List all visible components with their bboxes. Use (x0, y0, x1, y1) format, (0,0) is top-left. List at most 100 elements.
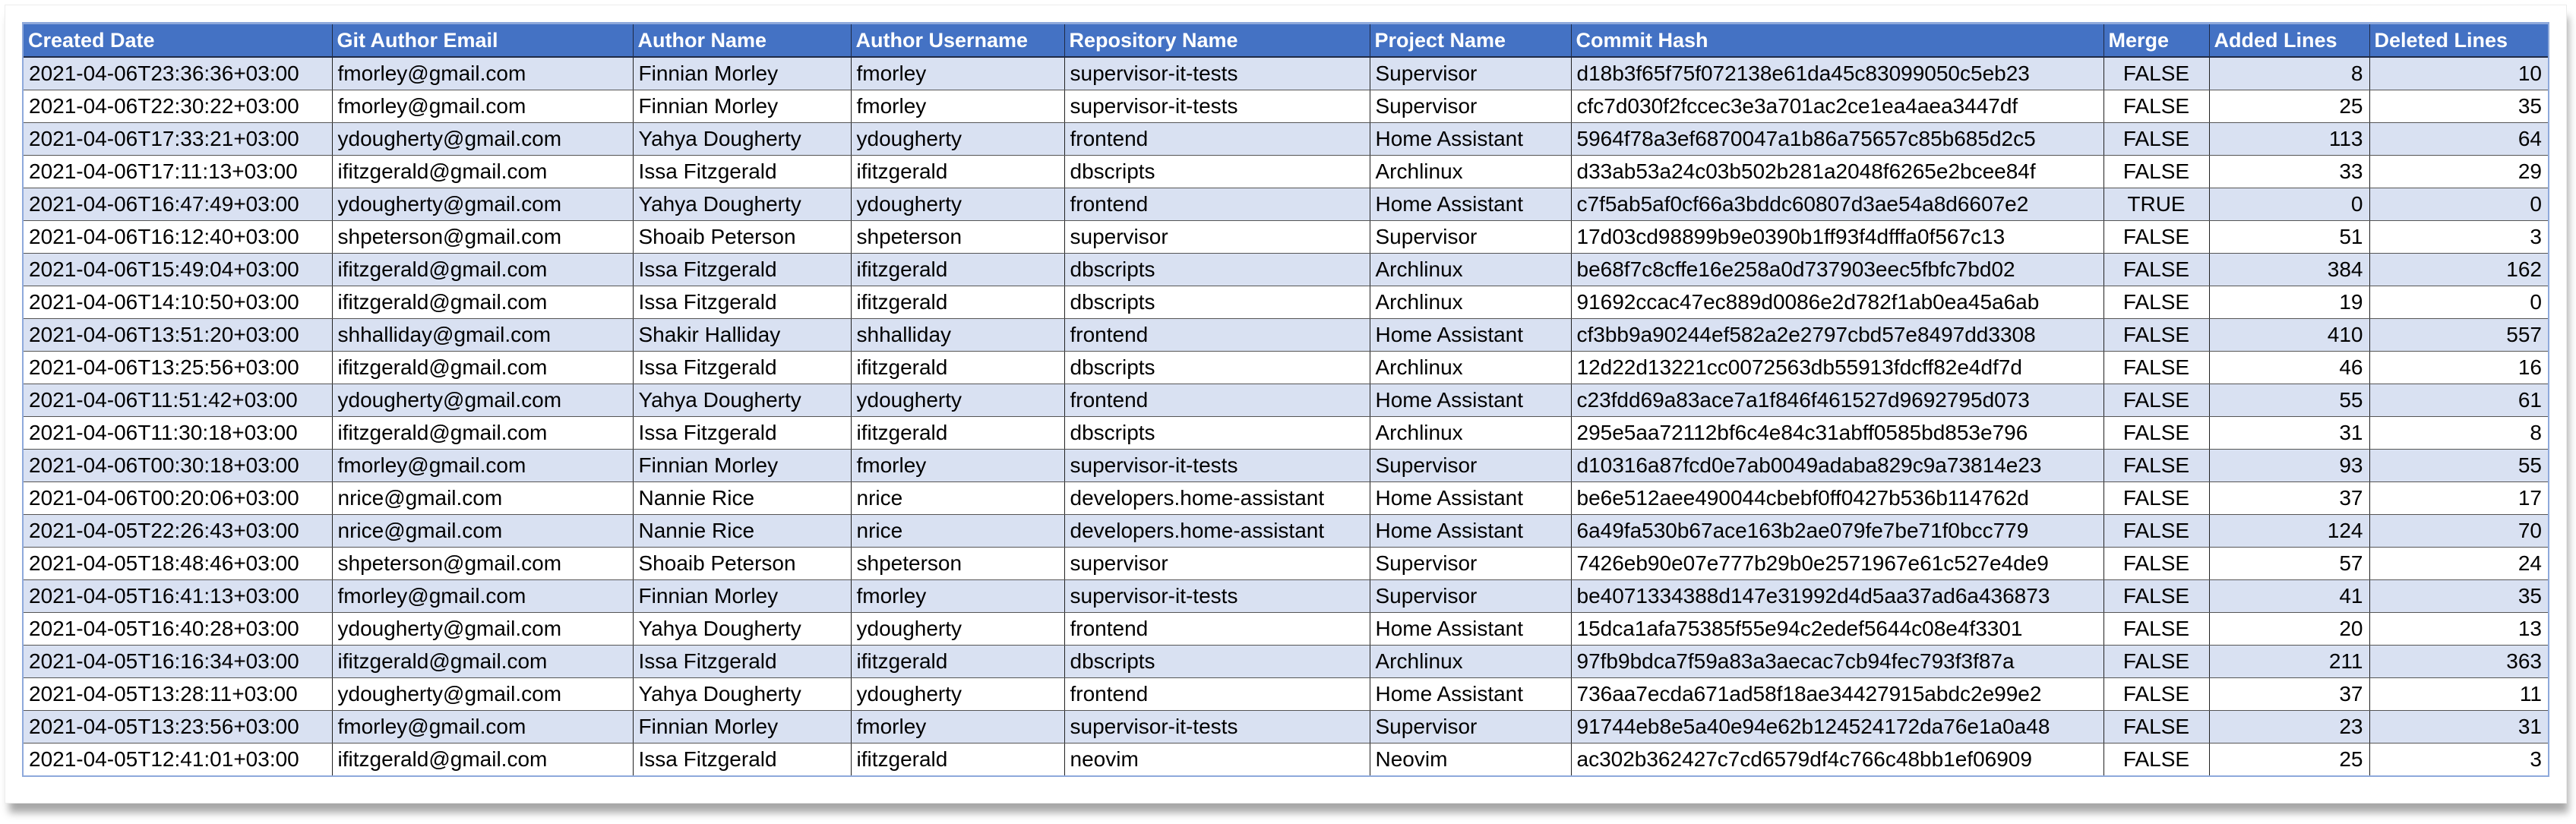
author-name-cell[interactable]: Issa Fitzgerald (632, 286, 851, 319)
commit-hash-cell[interactable]: 97fb9bdca7f59a83a3aecac7cb94fec793f3f87a (1570, 645, 2103, 678)
commit-hash-cell[interactable]: d10316a87fcd0e7ab0049adaba829c9a73814e23 (1570, 449, 2103, 482)
merge-cell[interactable]: FALSE (2103, 449, 2209, 482)
commit-hash-cell[interactable]: ac302b362427c7cd6579df4c766c48bb1ef06909 (1570, 743, 2103, 775)
author-email-cell[interactable]: ifitzgerald@gmail.com (331, 155, 633, 188)
author-username-cell[interactable]: ifitzgerald (850, 286, 1064, 319)
added-lines-cell[interactable]: 37 (2208, 481, 2369, 515)
author-name-cell[interactable]: Issa Fitzgerald (632, 645, 851, 678)
repository-name-cell[interactable]: supervisor (1064, 220, 1370, 254)
created-date-cell[interactable]: 2021-04-05T16:16:34+03:00 (24, 645, 332, 678)
created-date-cell[interactable]: 2021-04-05T22:26:43+03:00 (24, 514, 332, 548)
project-name-cell[interactable]: Home Assistant (1369, 481, 1571, 515)
table-row[interactable]: 2021-04-06T14:10:50+03:00 ifitzgerald@gma… (24, 286, 2548, 319)
table-row[interactable]: 2021-04-06T00:30:18+03:00 fmorley@gmail.c… (24, 449, 2548, 482)
project-name-cell[interactable]: Home Assistant (1369, 384, 1571, 417)
repository-name-cell[interactable]: frontend (1064, 188, 1370, 221)
author-name-cell[interactable]: Issa Fitzgerald (632, 351, 851, 384)
author-username-cell[interactable]: ifitzgerald (850, 645, 1064, 678)
merge-cell[interactable]: FALSE (2103, 286, 2209, 319)
author-email-cell[interactable]: fmorley@gmail.com (331, 579, 633, 613)
author-email-cell[interactable]: fmorley@gmail.com (331, 90, 633, 123)
author-email-cell[interactable]: ifitzgerald@gmail.com (331, 286, 633, 319)
table-row[interactable]: 2021-04-06T11:30:18+03:00 ifitzgerald@gma… (24, 416, 2548, 450)
table-row[interactable]: 2021-04-06T11:51:42+03:00 ydougherty@gmai… (24, 384, 2548, 417)
merge-cell[interactable]: FALSE (2103, 416, 2209, 450)
author-name-cell[interactable]: Yahya Dougherty (632, 384, 851, 417)
author-email-cell[interactable]: ydougherty@gmail.com (331, 612, 633, 646)
deleted-lines-cell[interactable]: 64 (2369, 122, 2548, 156)
author-username-cell[interactable]: fmorley (850, 579, 1064, 613)
repository-name-cell[interactable]: dbscripts (1064, 416, 1370, 450)
author-username-cell[interactable]: ydougherty (850, 677, 1064, 711)
commit-hash-cell[interactable]: 295e5aa72112bf6c4e84c31abff0585bd853e796 (1570, 416, 2103, 450)
author-email-cell[interactable]: shhalliday@gmail.com (331, 318, 633, 352)
author-email-cell[interactable]: fmorley@gmail.com (331, 57, 633, 90)
added-lines-cell[interactable]: 93 (2208, 449, 2369, 482)
deleted-lines-cell[interactable]: 35 (2369, 579, 2548, 613)
project-name-cell[interactable]: Supervisor (1369, 710, 1571, 743)
merge-cell[interactable]: FALSE (2103, 351, 2209, 384)
repository-name-cell[interactable]: dbscripts (1064, 253, 1370, 286)
repository-name-cell[interactable]: frontend (1064, 612, 1370, 646)
repository-name-cell[interactable]: frontend (1064, 318, 1370, 352)
author-email-cell[interactable]: ydougherty@gmail.com (331, 384, 633, 417)
merge-cell[interactable]: FALSE (2103, 384, 2209, 417)
created-date-cell[interactable]: 2021-04-05T18:48:46+03:00 (24, 547, 332, 580)
repository-name-cell[interactable]: supervisor-it-tests (1064, 710, 1370, 743)
project-name-cell[interactable]: Neovim (1369, 743, 1571, 775)
header-added-lines[interactable]: Added Lines (2208, 24, 2369, 58)
author-username-cell[interactable]: ydougherty (850, 122, 1064, 156)
author-name-cell[interactable]: Finnian Morley (632, 449, 851, 482)
table-row[interactable]: 2021-04-05T16:41:13+03:00 fmorley@gmail.c… (24, 579, 2548, 613)
merge-cell[interactable]: FALSE (2103, 547, 2209, 580)
repository-name-cell[interactable]: supervisor-it-tests (1064, 579, 1370, 613)
author-username-cell[interactable]: nrice (850, 514, 1064, 548)
header-author-name[interactable]: Author Name (632, 24, 851, 58)
deleted-lines-cell[interactable]: 16 (2369, 351, 2548, 384)
deleted-lines-cell[interactable]: 363 (2369, 645, 2548, 678)
merge-cell[interactable]: FALSE (2103, 612, 2209, 646)
repository-name-cell[interactable]: frontend (1064, 677, 1370, 711)
added-lines-cell[interactable]: 23 (2208, 710, 2369, 743)
commit-hash-cell[interactable]: 5964f78a3ef6870047a1b86a75657c85b685d2c5 (1570, 122, 2103, 156)
author-username-cell[interactable]: ifitzgerald (850, 351, 1064, 384)
table-row[interactable]: 2021-04-06T16:47:49+03:00 ydougherty@gmai… (24, 188, 2548, 221)
author-name-cell[interactable]: Shakir Halliday (632, 318, 851, 352)
deleted-lines-cell[interactable]: 17 (2369, 481, 2548, 515)
deleted-lines-cell[interactable]: 8 (2369, 416, 2548, 450)
deleted-lines-cell[interactable]: 3 (2369, 220, 2548, 254)
project-name-cell[interactable]: Supervisor (1369, 579, 1571, 613)
merge-cell[interactable]: FALSE (2103, 57, 2209, 90)
added-lines-cell[interactable]: 41 (2208, 579, 2369, 613)
author-name-cell[interactable]: Issa Fitzgerald (632, 253, 851, 286)
merge-cell[interactable]: FALSE (2103, 90, 2209, 123)
commit-hash-cell[interactable]: d33ab53a24c03b502b281a2048f6265e2bcee84f (1570, 155, 2103, 188)
author-username-cell[interactable]: fmorley (850, 710, 1064, 743)
author-name-cell[interactable]: Yahya Dougherty (632, 188, 851, 221)
repository-name-cell[interactable]: developers.home-assistant (1064, 514, 1370, 548)
header-repository-name[interactable]: Repository Name (1064, 24, 1370, 58)
author-email-cell[interactable]: ydougherty@gmail.com (331, 677, 633, 711)
commit-hash-cell[interactable]: 736aa7ecda671ad58f18ae34427915abdc2e99e2 (1570, 677, 2103, 711)
created-date-cell[interactable]: 2021-04-05T16:40:28+03:00 (24, 612, 332, 646)
added-lines-cell[interactable]: 57 (2208, 547, 2369, 580)
deleted-lines-cell[interactable]: 61 (2369, 384, 2548, 417)
added-lines-cell[interactable]: 25 (2208, 743, 2369, 775)
author-email-cell[interactable]: ifitzgerald@gmail.com (331, 743, 633, 775)
repository-name-cell[interactable]: dbscripts (1064, 286, 1370, 319)
created-date-cell[interactable]: 2021-04-06T00:20:06+03:00 (24, 481, 332, 515)
author-username-cell[interactable]: ydougherty (850, 384, 1064, 417)
table-row[interactable]: 2021-04-06T17:11:13+03:00 ifitzgerald@gma… (24, 155, 2548, 188)
added-lines-cell[interactable]: 25 (2208, 90, 2369, 123)
merge-cell[interactable]: FALSE (2103, 155, 2209, 188)
project-name-cell[interactable]: Supervisor (1369, 449, 1571, 482)
repository-name-cell[interactable]: neovim (1064, 743, 1370, 775)
commit-hash-cell[interactable]: 91744eb8e5a40e94e62b124524172da76e1a0a48 (1570, 710, 2103, 743)
author-email-cell[interactable]: ifitzgerald@gmail.com (331, 351, 633, 384)
author-email-cell[interactable]: ydougherty@gmail.com (331, 188, 633, 221)
author-username-cell[interactable]: shpeterson (850, 547, 1064, 580)
commit-hash-cell[interactable]: 6a49fa530b67ace163b2ae079fe7be71f0bcc779 (1570, 514, 2103, 548)
author-name-cell[interactable]: Issa Fitzgerald (632, 155, 851, 188)
author-name-cell[interactable]: Issa Fitzgerald (632, 416, 851, 450)
merge-cell[interactable]: FALSE (2103, 579, 2209, 613)
